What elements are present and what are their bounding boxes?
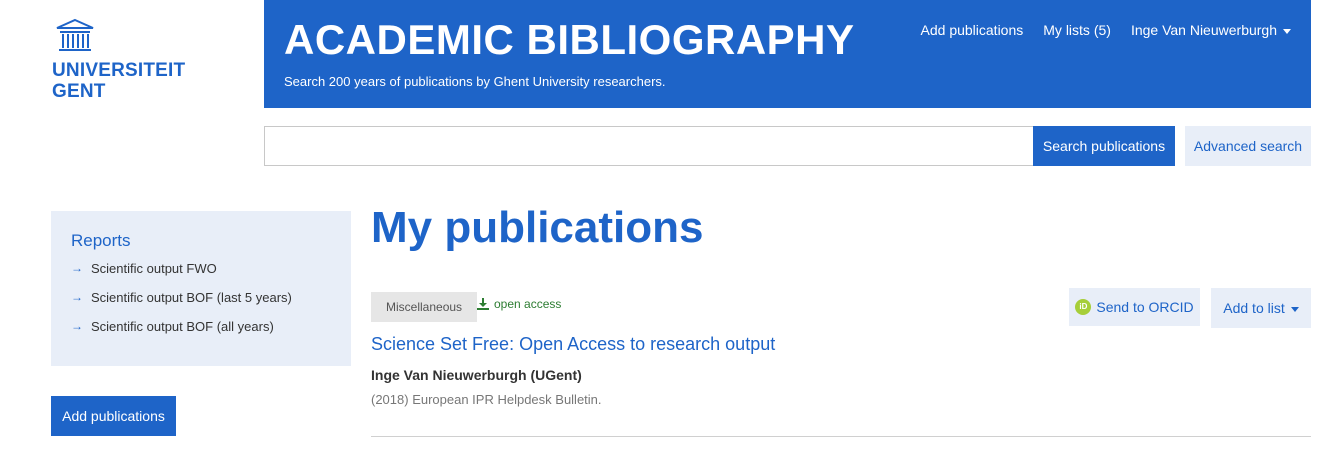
publication-source: (2018) European IPR Helpdesk Bulletin. bbox=[371, 392, 602, 407]
report-link-bof-all[interactable]: → Scientific output BOF (all years) bbox=[71, 319, 331, 348]
nav-user-menu[interactable]: Inge Van Nieuwerburgh bbox=[1131, 22, 1291, 38]
nav-my-lists[interactable]: My lists (5) bbox=[1043, 22, 1111, 38]
report-label: Scientific output FWO bbox=[91, 261, 217, 276]
publication-title-link[interactable]: Science Set Free: Open Access to researc… bbox=[371, 334, 775, 355]
report-label: Scientific output BOF (all years) bbox=[91, 319, 274, 334]
top-navigation: Add publications My lists (5) Inge Van N… bbox=[921, 22, 1291, 38]
search-input[interactable] bbox=[264, 126, 1034, 166]
user-name: Inge Van Nieuwerburgh bbox=[1130, 22, 1277, 38]
publication-author: Inge Van Nieuwerburgh (UGent) bbox=[371, 367, 582, 383]
add-to-list-label: Add to list bbox=[1223, 300, 1285, 316]
search-button[interactable]: Search publications bbox=[1033, 126, 1175, 166]
arrow-right-icon: → bbox=[71, 319, 83, 333]
nav-add-publications[interactable]: Add publications bbox=[921, 22, 1024, 38]
logo-line2: GENT bbox=[52, 81, 106, 102]
publication-type-badge: Miscellaneous bbox=[371, 292, 478, 322]
add-to-list-button[interactable]: Add to list bbox=[1211, 288, 1311, 328]
caret-down-icon bbox=[1283, 28, 1291, 34]
logo-text: UNIVERSITEIT GENT bbox=[52, 60, 186, 102]
orcid-label: Send to ORCID bbox=[1096, 299, 1194, 315]
send-to-orcid-button[interactable]: iD Send to ORCID bbox=[1069, 288, 1200, 326]
arrow-right-icon: → bbox=[71, 290, 83, 304]
logo-line1: UNIVERSITEIT bbox=[52, 60, 186, 81]
open-access-label: open access bbox=[494, 297, 562, 311]
report-label: Scientific output BOF (last 5 years) bbox=[91, 290, 292, 305]
add-publications-button[interactable]: Add publications bbox=[51, 396, 176, 436]
university-logo[interactable]: UNIVERSITEIT GENT bbox=[52, 18, 186, 102]
site-title[interactable]: ACADEMIC BIBLIOGRAPHY bbox=[284, 16, 855, 64]
site-subtitle: Search 200 years of publications by Ghen… bbox=[284, 74, 666, 89]
reports-title: Reports bbox=[71, 231, 131, 250]
report-link-fwo[interactable]: → Scientific output FWO bbox=[71, 261, 331, 290]
reports-panel: Reports → Scientific output FWO → Scient… bbox=[51, 211, 351, 366]
divider bbox=[371, 436, 1311, 437]
report-link-bof-last5[interactable]: → Scientific output BOF (last 5 years) bbox=[71, 290, 331, 319]
caret-down-icon bbox=[1290, 306, 1299, 312]
arrow-right-icon: → bbox=[71, 261, 83, 275]
header-banner: ACADEMIC BIBLIOGRAPHY Search 200 years o… bbox=[264, 0, 1311, 108]
open-access-indicator: open access bbox=[476, 297, 561, 311]
page-title: My publications bbox=[371, 203, 704, 252]
orcid-icon: iD bbox=[1075, 299, 1092, 315]
download-icon bbox=[477, 298, 489, 310]
university-building-icon bbox=[56, 18, 94, 51]
advanced-search-button[interactable]: Advanced search bbox=[1185, 126, 1311, 166]
